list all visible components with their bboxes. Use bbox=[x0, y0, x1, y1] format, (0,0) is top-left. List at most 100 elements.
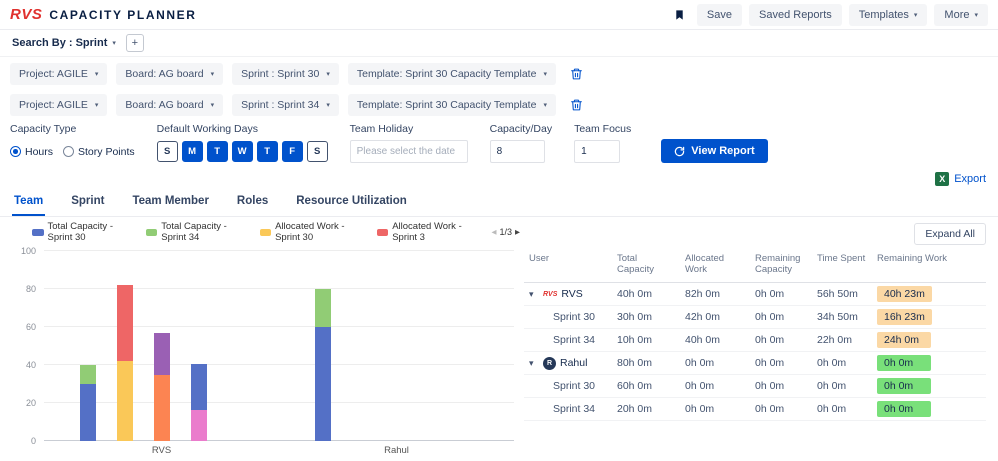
cell-time-spent: 0h 0m bbox=[812, 374, 872, 398]
sprint-filter[interactable]: Sprint : Sprint 30 ▾ bbox=[232, 63, 339, 85]
capacity-day-input[interactable] bbox=[489, 140, 545, 163]
view-report-button[interactable]: View Report bbox=[661, 139, 768, 163]
collapse-caret-icon[interactable]: ▾ bbox=[529, 358, 539, 369]
brand: RVS Capacity Planner bbox=[10, 6, 197, 23]
top-header: RVS Capacity Planner Save Saved Reports … bbox=[0, 0, 998, 30]
header-row: User Total Capacity Allocated Work Remainin… bbox=[524, 250, 986, 283]
filter-row: Project: AGILE ▾ Board: AG board ▾ Sprint : … bbox=[0, 60, 998, 88]
tab-resource-utilization[interactable]: Resource Utilization bbox=[294, 189, 409, 216]
remaining-work-badge: 0h 0m bbox=[877, 378, 931, 394]
search-by-dropdown[interactable]: Search By : Sprint ▾ bbox=[10, 34, 118, 52]
radio-icon bbox=[10, 146, 21, 157]
user-name: Rahul bbox=[560, 357, 588, 369]
tab-roles[interactable]: Roles bbox=[235, 189, 270, 216]
cell-time-spent: 22h 0m bbox=[812, 328, 872, 352]
y-axis-label: 0 bbox=[30, 436, 36, 446]
column-header-user: User bbox=[524, 250, 612, 283]
sprint-filter[interactable]: Sprint : Sprint 34 ▾ bbox=[232, 94, 339, 116]
legend-swatch bbox=[145, 228, 158, 236]
cell-remaining-capacity: 0h 0m bbox=[750, 282, 812, 306]
gridline bbox=[44, 364, 514, 365]
templates-label: Templates bbox=[858, 8, 909, 21]
cell-total-capacity: 10h 0m bbox=[612, 328, 680, 352]
team-focus-input[interactable] bbox=[574, 140, 621, 163]
chevron-down-icon: ▾ bbox=[974, 11, 978, 19]
working-day-1[interactable]: M bbox=[181, 141, 203, 162]
cell-allocated-work: 0h 0m bbox=[680, 351, 750, 375]
main-content: Total Capacity - Sprint 30 Total Capacity… bbox=[0, 217, 998, 456]
board-filter[interactable]: Board: AG board ▾ bbox=[116, 63, 224, 85]
legend-swatch bbox=[376, 228, 389, 236]
table-row: Sprint 34 10h 0m 40h 0m 0h 0m 22h 0m 24h 0m bbox=[524, 328, 986, 352]
tab-team[interactable]: Team bbox=[12, 189, 46, 216]
cell-remaining-work: 40h 23m bbox=[872, 282, 986, 306]
table-body: ▾ RVS RVS 40h 0m 82h 0m 0h 0m 56h 50m 40h 23m Sp… bbox=[524, 282, 986, 421]
working-days-label: Default Working Days bbox=[156, 123, 258, 135]
column-header-remaining-work: Remaining Work bbox=[872, 250, 986, 283]
working-day-2[interactable]: T bbox=[206, 141, 228, 162]
team-holiday-label: Team Holiday bbox=[349, 123, 414, 135]
working-days-buttons: SMTWTFS bbox=[156, 140, 328, 163]
chip-label: Sprint : Sprint 30 bbox=[241, 68, 320, 80]
table-row: Sprint 30 60h 0m 0h 0m 0h 0m 0h 0m 0h 0m bbox=[524, 374, 986, 398]
tab-sprint[interactable]: Sprint bbox=[69, 189, 106, 216]
templates-button[interactable]: Templates ▾ bbox=[848, 3, 928, 26]
bar-segment bbox=[153, 374, 170, 441]
delete-row-button[interactable] bbox=[570, 67, 583, 81]
legend-prev-icon[interactable]: ◀ bbox=[491, 228, 496, 236]
add-filter-button[interactable]: + bbox=[125, 34, 144, 52]
working-day-5[interactable]: F bbox=[281, 141, 303, 162]
project-filter[interactable]: Project: AGILE ▾ bbox=[10, 63, 108, 85]
working-day-4[interactable]: T bbox=[256, 141, 278, 162]
template-filter[interactable]: Template: Sprint 30 Capacity Template ▾ bbox=[347, 63, 556, 85]
project-filter[interactable]: Project: AGILE ▾ bbox=[10, 94, 108, 116]
cell-allocated-work: 42h 0m bbox=[680, 305, 750, 329]
legend-item[interactable]: Total Capacity - Sprint 34 bbox=[145, 221, 249, 243]
more-label: More bbox=[944, 8, 970, 21]
save-button[interactable]: Save bbox=[696, 3, 742, 26]
chevron-down-icon: ▾ bbox=[326, 102, 330, 109]
y-axis-label: 20 bbox=[25, 398, 36, 408]
gridline bbox=[44, 250, 514, 251]
legend-item[interactable]: Total Capacity - Sprint 30 bbox=[32, 221, 135, 243]
board-filter[interactable]: Board: AG board ▾ bbox=[116, 94, 224, 116]
expand-all-button[interactable]: Expand All bbox=[914, 223, 986, 245]
tab-team-member[interactable]: Team Member bbox=[130, 189, 210, 216]
remaining-work-badge: 0h 0m bbox=[877, 401, 931, 417]
working-day-3[interactable]: W bbox=[231, 141, 253, 162]
legend-item[interactable]: Allocated Work - Sprint 3 bbox=[376, 221, 479, 243]
export-button[interactable]: Export bbox=[954, 173, 986, 185]
user-cell: ▾ RVS RVS bbox=[524, 282, 612, 306]
cell-time-spent: 56h 50m bbox=[812, 282, 872, 306]
working-day-0[interactable]: S bbox=[156, 141, 178, 162]
flag-icon[interactable] bbox=[674, 8, 685, 22]
capacity-type-option-story-points[interactable]: Story Points bbox=[63, 146, 135, 158]
y-axis-label: 80 bbox=[25, 284, 36, 294]
chevron-down-icon: ▾ bbox=[210, 71, 215, 78]
refresh-icon bbox=[674, 146, 685, 157]
chip-label: Template: Sprint 30 Capacity Template bbox=[356, 68, 537, 80]
table-head: User Total Capacity Allocated Work Remainin… bbox=[524, 250, 986, 283]
settings-row: Capacity Type Hours Story Points Default … bbox=[0, 119, 998, 169]
delete-row-button[interactable] bbox=[570, 98, 583, 112]
collapse-caret-icon[interactable]: ▾ bbox=[529, 289, 539, 300]
chart-plot: 0 20 40 60 80 100 RVS Rahul bbox=[6, 246, 520, 456]
y-axis-label: 40 bbox=[25, 360, 36, 370]
legend-item[interactable]: Allocated Work - Sprint 30 bbox=[259, 221, 366, 243]
capacity-table: User Total Capacity Allocated Work Remainin… bbox=[524, 250, 986, 421]
chip-label: Board: AG board bbox=[125, 68, 204, 80]
chip-label: Sprint : Sprint 34 bbox=[241, 99, 320, 111]
column-header-remaining-capacity: Remaining Capacity bbox=[750, 250, 812, 283]
capacity-type-option-hours[interactable]: Hours bbox=[10, 146, 53, 158]
capacity-type-options: Hours Story Points bbox=[10, 140, 135, 163]
saved-reports-button[interactable]: Saved Reports bbox=[749, 3, 842, 26]
gridline bbox=[44, 288, 514, 289]
rvs-logo: RVS bbox=[10, 6, 43, 23]
legend-swatch bbox=[32, 228, 44, 236]
template-filter[interactable]: Template: Sprint 30 Capacity Template ▾ bbox=[347, 94, 556, 116]
working-day-6[interactable]: S bbox=[306, 141, 328, 162]
more-button[interactable]: More ▾ bbox=[934, 3, 988, 26]
legend-label: Total Capacity - Sprint 30 bbox=[47, 221, 113, 243]
app-title: Capacity Planner bbox=[49, 7, 197, 22]
team-holiday-input[interactable] bbox=[349, 140, 468, 163]
